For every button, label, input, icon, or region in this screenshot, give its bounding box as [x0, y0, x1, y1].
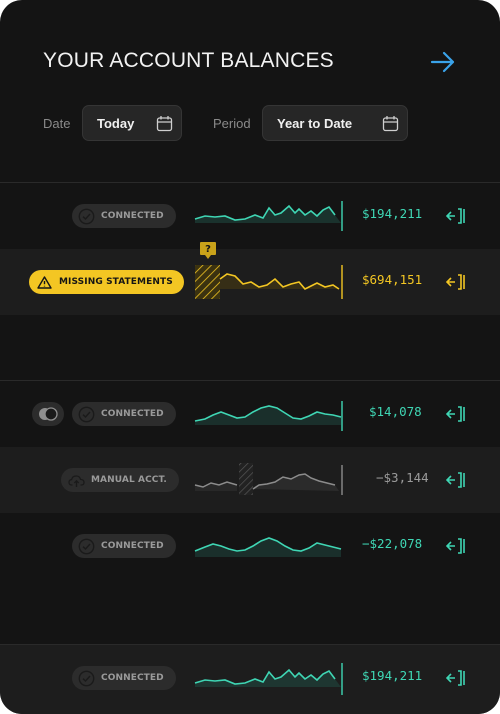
balance-amount: $194,211: [362, 668, 423, 683]
status-badge[interactable]: CONNECTED: [72, 666, 176, 690]
question-badge-icon[interactable]: ?: [199, 241, 217, 260]
period-filter-label: Period: [213, 116, 251, 131]
account-row[interactable]: MISSING STATEMENTS $694,151: [0, 249, 500, 315]
status-badge-label: CONNECTED: [101, 541, 164, 551]
account-row[interactable]: CONNECTED $194,211: [0, 645, 500, 714]
balance-sparkline: [194, 663, 343, 695]
balance-sparkline: [194, 201, 343, 231]
status-badge[interactable]: MISSING STATEMENTS: [29, 270, 184, 294]
account-row[interactable]: CONNECTED $14,078: [0, 381, 500, 447]
status-badge-label: CONNECTED: [101, 673, 164, 683]
status-badge-label: MISSING STATEMENTS: [59, 277, 173, 287]
balance-amount: $194,211: [362, 206, 423, 221]
date-filter-label: Date: [43, 116, 71, 131]
check-circle-icon: [78, 406, 95, 422]
period-select[interactable]: Year to Date: [262, 105, 408, 141]
cloud-upload-icon: [68, 474, 85, 487]
status-badge-label: CONNECTED: [101, 211, 164, 221]
period-select-value: Year to Date: [277, 116, 353, 131]
check-circle-icon: [78, 538, 95, 554]
account-balances-card: YOUR ACCOUNT BALANCES Date Today Period …: [0, 0, 500, 714]
warning-triangle-icon: [37, 275, 52, 289]
balance-amount: $694,151: [362, 272, 423, 287]
sync-arrow-icon[interactable]: [446, 669, 466, 687]
status-badge[interactable]: CONNECTED: [72, 402, 176, 426]
date-select[interactable]: Today: [82, 105, 182, 141]
sync-arrow-icon[interactable]: [446, 537, 466, 555]
arrow-right-icon[interactable]: [430, 50, 456, 74]
account-row[interactable]: MANUAL ACCT. −$3,144: [0, 447, 500, 513]
date-select-value: Today: [97, 116, 135, 131]
balance-amount: −$22,078: [362, 536, 423, 551]
balance-amount: −$3,144: [376, 470, 429, 485]
balance-amount: $14,078: [369, 404, 422, 419]
check-circle-icon: [78, 670, 95, 686]
balance-sparkline: [194, 537, 342, 557]
status-badge-label: MANUAL ACCT.: [91, 475, 167, 485]
sync-arrow-icon[interactable]: [446, 471, 466, 489]
status-badge[interactable]: MANUAL ACCT.: [61, 468, 179, 492]
check-circle-icon: [78, 208, 95, 224]
sync-arrow-icon[interactable]: [446, 207, 466, 225]
toggle-icon[interactable]: [32, 402, 64, 426]
balance-sparkline: [194, 401, 343, 431]
balance-sparkline: [194, 463, 343, 495]
question-badge-text: ?: [205, 244, 211, 255]
toggle-knob: [39, 407, 58, 421]
status-badge[interactable]: CONNECTED: [72, 534, 176, 558]
calendar-icon: [382, 116, 399, 132]
page-title: YOUR ACCOUNT BALANCES: [43, 49, 334, 72]
calendar-icon: [156, 116, 173, 132]
sync-arrow-icon[interactable]: [446, 405, 466, 423]
status-badge-label: CONNECTED: [101, 409, 164, 419]
account-row[interactable]: CONNECTED −$22,078: [0, 513, 500, 579]
sync-arrow-icon[interactable]: [446, 273, 466, 291]
account-row[interactable]: CONNECTED $194,211: [0, 183, 500, 249]
status-badge[interactable]: CONNECTED: [72, 204, 176, 228]
